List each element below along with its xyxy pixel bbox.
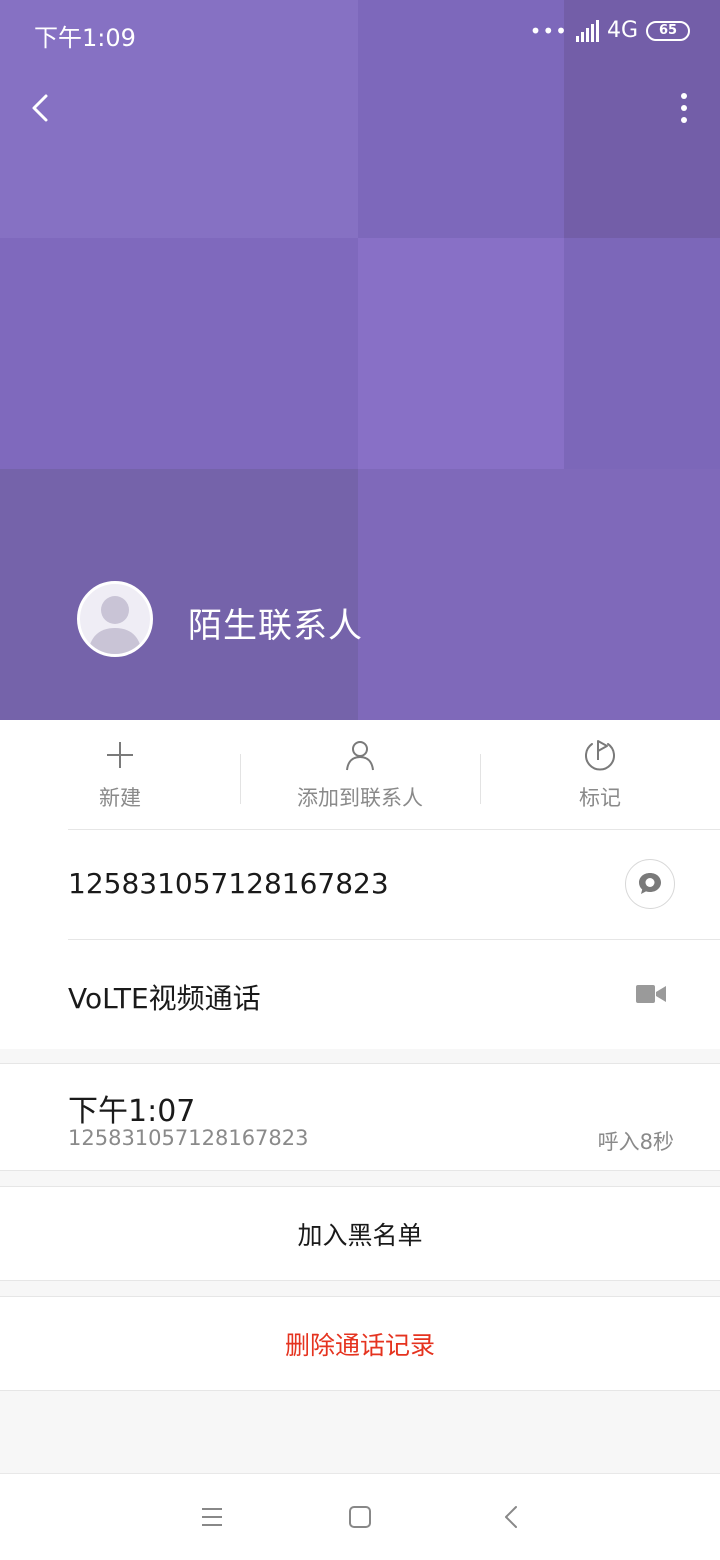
screen: 下午1:09 ••• 4G 65 陌生联系人 新建 添加到联系人 标记 1258… xyxy=(0,0,720,1560)
flag-icon xyxy=(585,740,615,771)
message-icon xyxy=(639,873,661,894)
battery-icon: 65 xyxy=(646,20,690,41)
header-tile xyxy=(0,469,358,720)
notification-dots-icon: ••• xyxy=(529,18,568,43)
action-row: 新建 添加到联系人 标记 xyxy=(0,720,720,829)
home-icon[interactable] xyxy=(346,1503,374,1531)
chevron-left-icon xyxy=(32,94,48,122)
back-icon[interactable] xyxy=(498,1503,526,1531)
status-icons: ••• 4G 65 xyxy=(530,18,690,43)
contact-header: 下午1:09 ••• 4G 65 陌生联系人 xyxy=(0,0,720,720)
network-type: 4G xyxy=(606,18,638,43)
avatar xyxy=(77,581,153,657)
mark-button[interactable]: 标记 xyxy=(480,720,720,829)
plus-icon xyxy=(107,742,133,768)
add-to-contacts-button[interactable]: 添加到联系人 xyxy=(240,720,480,829)
signal-icon xyxy=(575,19,599,42)
menu-icon[interactable] xyxy=(198,1503,226,1531)
video-call-label: VoLTE视频通话 xyxy=(68,982,261,1015)
new-contact-button[interactable]: 新建 xyxy=(0,720,240,829)
call-time: 下午1:07 xyxy=(68,1094,196,1129)
call-duration: 呼入8秒 xyxy=(597,1130,674,1154)
call-log-entry[interactable]: 下午1:07 125831057128167823 呼入8秒 xyxy=(0,1063,720,1171)
delete-call-log-button[interactable]: 删除通话记录 xyxy=(0,1296,720,1391)
phone-number: 125831057128167823 xyxy=(68,867,389,900)
send-message-button[interactable] xyxy=(625,859,675,909)
back-button[interactable] xyxy=(22,88,62,128)
person-silhouette-icon xyxy=(88,596,142,654)
add-to-blacklist-button[interactable]: 加入黑名单 xyxy=(0,1186,720,1281)
video-camera-icon[interactable] xyxy=(636,981,666,1007)
header-tile xyxy=(358,469,720,720)
status-time: 下午1:09 xyxy=(34,24,136,52)
more-dot-icon xyxy=(681,105,687,111)
phone-number-row[interactable]: 125831057128167823 xyxy=(0,829,720,939)
call-number: 125831057128167823 xyxy=(68,1126,309,1150)
person-icon xyxy=(346,741,374,771)
contact-info-card: 125831057128167823 VoLTE视频通话 xyxy=(0,829,720,1049)
header-tile xyxy=(0,238,358,469)
action-label: 添加到联系人 xyxy=(297,786,423,810)
more-dot-icon xyxy=(681,93,687,99)
navigation-bar xyxy=(0,1473,720,1560)
header-tile xyxy=(564,238,720,469)
header-tile xyxy=(358,238,564,469)
contact-name: 陌生联系人 xyxy=(188,606,363,646)
status-bar: 下午1:09 ••• 4G 65 xyxy=(0,0,720,66)
more-dot-icon xyxy=(681,117,687,123)
action-label: 标记 xyxy=(579,786,621,810)
action-label: 新建 xyxy=(99,786,141,810)
video-call-row[interactable]: VoLTE视频通话 xyxy=(0,939,720,1049)
more-options-button[interactable] xyxy=(674,88,694,128)
